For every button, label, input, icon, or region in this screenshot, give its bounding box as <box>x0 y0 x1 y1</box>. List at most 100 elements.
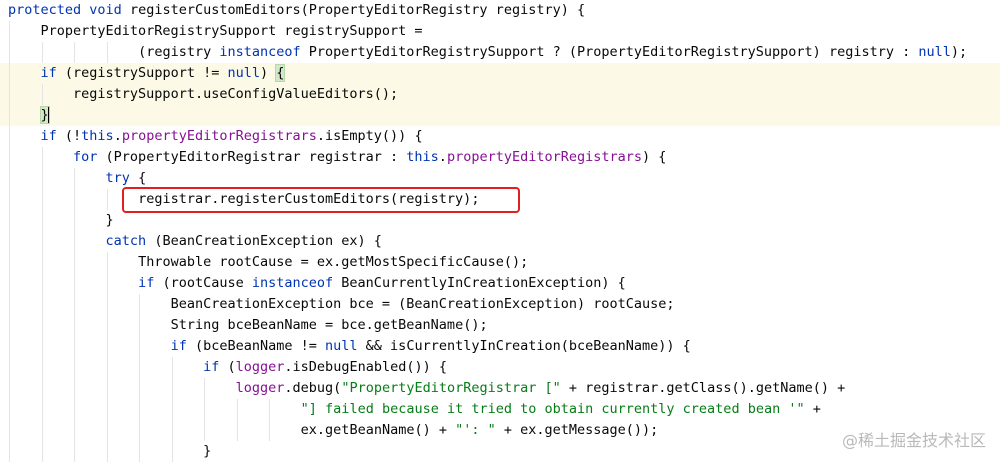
indent-guide <box>41 378 43 399</box>
code-line[interactable]: } <box>0 210 1000 231</box>
indent-guide <box>269 399 271 420</box>
indent-guide <box>41 231 43 252</box>
code-token: ( <box>219 359 236 375</box>
indent-guide <box>41 315 43 336</box>
code-token: .isEmpty()) { <box>316 128 423 144</box>
indent-guide <box>106 420 108 441</box>
code-token: (bceBeanName != <box>186 338 326 354</box>
code-line[interactable]: catch (BeanCreationException ex) { <box>0 231 1000 252</box>
code-token: (rootCause <box>154 275 252 291</box>
code-text: BeanCreationException bce = (BeanCreatio… <box>171 294 675 315</box>
code-token: . <box>438 149 447 165</box>
indent-guide <box>171 420 173 441</box>
indent-guide <box>139 420 141 441</box>
code-token: BeanCreationException bce = (BeanCreatio… <box>170 296 675 312</box>
indent-guide <box>139 357 141 378</box>
keyword-token: instanceof <box>251 275 334 291</box>
code-token: . <box>113 128 122 144</box>
code-line[interactable]: if (logger.isDebugEnabled()) { <box>0 357 1000 378</box>
code-token: ); <box>950 44 968 60</box>
code-text: try { <box>106 168 147 189</box>
indent-guide <box>74 252 76 273</box>
indent-guide <box>204 399 206 420</box>
indent-guide <box>9 273 10 294</box>
code-line[interactable]: (registry instanceof PropertyEditorRegis… <box>0 42 1000 63</box>
keyword-token: if <box>170 338 187 354</box>
code-token: (registry <box>138 44 220 60</box>
field-token: logger <box>235 359 285 375</box>
code-text: registrySupport.useConfigValueEditors(); <box>73 84 398 105</box>
indent-guide <box>74 189 76 210</box>
indent-guide <box>9 294 10 315</box>
indent-guide <box>41 441 43 462</box>
code-text: if (bceBeanName != null && isCurrentlyIn… <box>171 336 691 357</box>
code-line[interactable]: if (registrySupport != null) { <box>0 63 1000 84</box>
indent-guide <box>106 399 108 420</box>
indent-guide <box>106 189 108 210</box>
code-line[interactable]: try { <box>0 168 1000 189</box>
code-line[interactable]: for (PropertyEditorRegistrar registrar :… <box>0 147 1000 168</box>
indent-guide <box>74 441 76 462</box>
code-token: + registrar.getClass().getName() + <box>560 380 846 396</box>
keyword-token: this <box>81 128 114 144</box>
code-line[interactable]: PropertyEditorRegistrySupport registrySu… <box>0 21 1000 42</box>
text-caret <box>47 107 49 123</box>
indent-guide <box>41 168 43 189</box>
indent-guide <box>74 336 76 357</box>
code-token: PropertyEditorRegistrySupport ? (Propert… <box>300 44 919 60</box>
keyword-token: null <box>918 44 951 60</box>
code-token: (! <box>56 128 82 144</box>
indent-guide <box>41 357 43 378</box>
indent-guide <box>139 294 141 315</box>
indent-guide <box>106 42 108 63</box>
highlight-box <box>122 187 520 213</box>
keyword-token: null <box>227 65 260 81</box>
code-line[interactable]: Throwable rootCause = ex.getMostSpecific… <box>0 252 1000 273</box>
indent-guide <box>74 210 76 231</box>
indent-guide <box>9 210 10 231</box>
code-line[interactable]: registrySupport.useConfigValueEditors(); <box>0 84 1000 105</box>
code-token: + ex.getMessage()); <box>495 422 659 438</box>
indent-guide <box>74 399 76 420</box>
code-token: PropertyEditorRegistrySupport registrySu… <box>40 23 423 39</box>
code-line[interactable]: protected void registerCustomEditors(Pro… <box>0 0 1000 21</box>
code-line[interactable]: if (rootCause instanceof BeanCurrentlyIn… <box>0 273 1000 294</box>
indent-guide <box>74 168 76 189</box>
code-line[interactable]: logger.debug("PropertyEditorRegistrar ["… <box>0 378 1000 399</box>
code-line[interactable]: String bceBeanName = bce.getBeanName(); <box>0 315 1000 336</box>
indent-guide <box>9 252 10 273</box>
indent-guide <box>106 357 108 378</box>
indent-guide <box>236 420 238 441</box>
field-token: logger <box>235 380 285 396</box>
code-token: (PropertyEditorRegistrar registrar : <box>97 149 407 165</box>
indent-guide <box>106 378 108 399</box>
code-line[interactable]: "] failed because it tried to obtain cur… <box>0 399 1000 420</box>
indent-guide <box>74 357 76 378</box>
code-text: if (rootCause instanceof BeanCurrentlyIn… <box>138 273 626 294</box>
code-text: for (PropertyEditorRegistrar registrar :… <box>73 147 666 168</box>
indent-guide <box>171 357 173 378</box>
code-line[interactable]: if (bceBeanName != null && isCurrentlyIn… <box>0 336 1000 357</box>
indent-guide <box>9 105 10 126</box>
indent-guide <box>106 315 108 336</box>
code-text: "] failed because it tried to obtain cur… <box>301 399 821 420</box>
indent-guide <box>41 294 43 315</box>
code-text: } <box>203 441 211 462</box>
indent-guide <box>106 441 108 462</box>
indent-guide <box>9 147 10 168</box>
indent-guide <box>74 42 76 63</box>
code-text: logger.debug("PropertyEditorRegistrar ["… <box>236 378 846 399</box>
code-text: } <box>106 210 114 231</box>
indent-guide <box>41 273 43 294</box>
code-token: registerCustomEditors(PropertyEditorRegi… <box>121 2 586 18</box>
code-editor[interactable]: protected void registerCustomEditors(Pro… <box>0 0 1000 463</box>
code-token: && isCurrentlyInCreation(bceBeanName)) { <box>357 338 691 354</box>
code-text: } <box>39 105 50 126</box>
code-line[interactable]: } <box>0 105 1000 126</box>
code-token: .debug( <box>284 380 342 396</box>
indent-guide <box>139 441 141 462</box>
code-line[interactable]: BeanCreationException bce = (BeanCreatio… <box>0 294 1000 315</box>
field-token: propertyEditorRegistrars <box>121 128 317 144</box>
code-line[interactable]: if (!this.propertyEditorRegistrars.isEmp… <box>0 126 1000 147</box>
code-text: if (!this.propertyEditorRegistrars.isEmp… <box>41 126 423 147</box>
